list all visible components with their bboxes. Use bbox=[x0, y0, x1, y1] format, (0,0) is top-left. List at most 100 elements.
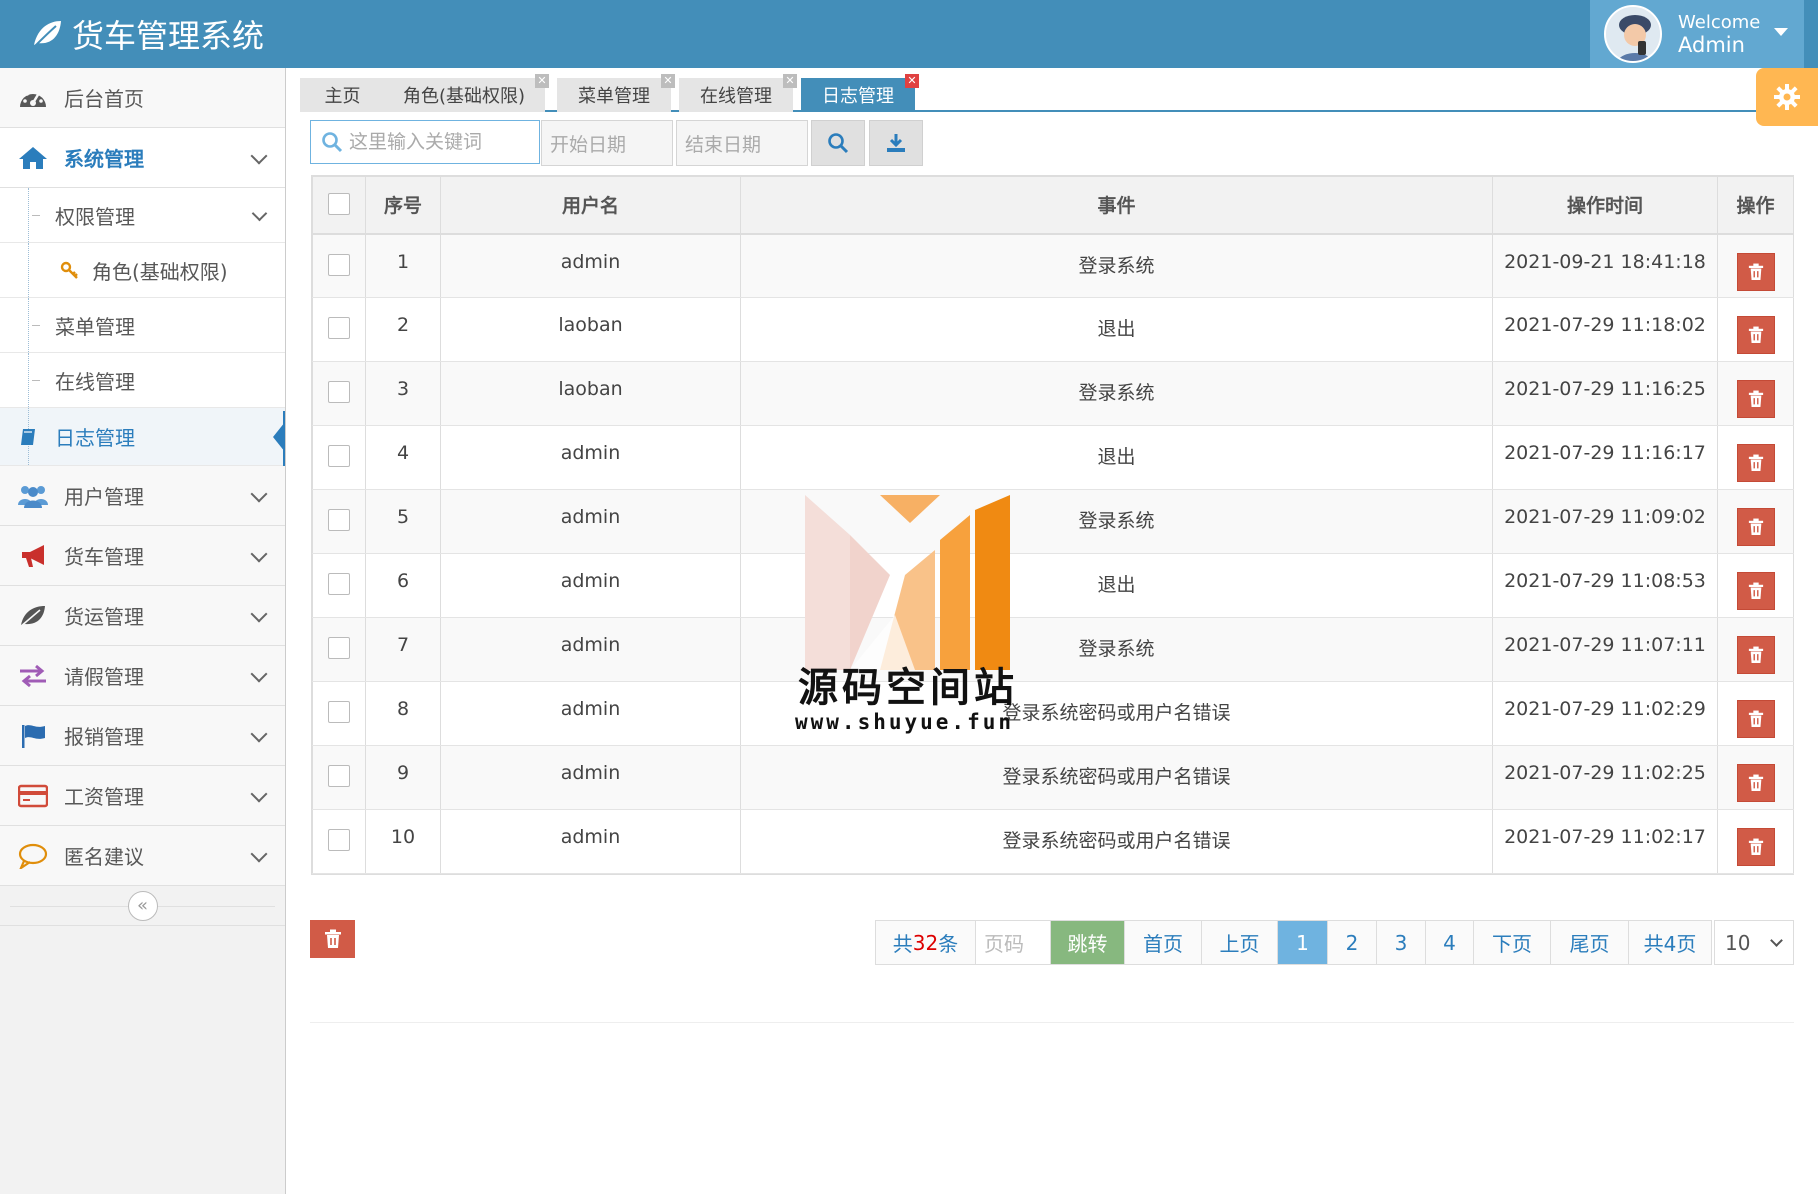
delete-row-button[interactable] bbox=[1736, 508, 1775, 546]
row-select-cell bbox=[312, 425, 366, 490]
column-header: 用户名 bbox=[440, 176, 741, 235]
bulk-delete-button[interactable] bbox=[310, 920, 355, 958]
row-action-cell bbox=[1717, 617, 1794, 682]
row-number: 4 bbox=[365, 425, 441, 490]
brand[interactable]: 货车管理系统 bbox=[30, 10, 264, 58]
sidebar-item-label: 报销管理 bbox=[64, 725, 144, 749]
tab-online[interactable]: 在线管理 ✕ bbox=[679, 74, 797, 112]
row-action-cell bbox=[1717, 681, 1794, 746]
next-page-button[interactable]: 下页 bbox=[1474, 921, 1551, 964]
sidebar-item-reimburse[interactable]: 报销管理 bbox=[0, 706, 285, 766]
row-select-cell bbox=[312, 361, 366, 426]
delete-row-button[interactable] bbox=[1736, 700, 1775, 738]
last-page-button[interactable]: 尾页 bbox=[1551, 921, 1629, 964]
delete-row-button[interactable] bbox=[1736, 380, 1775, 418]
page-button-1[interactable]: 1 bbox=[1278, 921, 1328, 964]
table-row: 3 laoban 登录系统 2021-07-29 11:16:25 bbox=[312, 361, 1794, 426]
tab-home[interactable]: 主页 bbox=[300, 78, 385, 112]
close-icon[interactable]: ✕ bbox=[661, 74, 675, 88]
page-size-select[interactable]: 10 bbox=[1714, 920, 1794, 965]
caret-down-icon bbox=[1774, 28, 1788, 36]
start-date-input[interactable]: 开始日期 bbox=[541, 120, 673, 166]
sidebar-item-salary[interactable]: 工资管理 bbox=[0, 766, 285, 826]
delete-row-button[interactable] bbox=[1736, 572, 1775, 610]
sidebar-item-suggestion[interactable]: 匿名建议 bbox=[0, 826, 285, 886]
page-button-3[interactable]: 3 bbox=[1377, 921, 1426, 964]
app-title: 货车管理系统 bbox=[72, 17, 265, 55]
row-checkbox[interactable] bbox=[328, 765, 350, 787]
sidebar-item-permission[interactable]: 权限管理 bbox=[0, 188, 285, 243]
collapse-sidebar-button[interactable]: « bbox=[127, 890, 158, 921]
row-checkbox[interactable] bbox=[328, 829, 350, 851]
tab-label: 主页 bbox=[324, 86, 361, 107]
sidebar-item-system[interactable]: 系统管理 bbox=[0, 128, 285, 188]
row-action-cell bbox=[1717, 361, 1794, 426]
tab-role[interactable]: 角色(基础权限) ✕ bbox=[383, 74, 549, 112]
row-select-cell bbox=[312, 617, 366, 682]
sidebar-item-log[interactable]: 日志管理 bbox=[0, 408, 285, 466]
delete-row-button[interactable] bbox=[1736, 636, 1775, 674]
first-page-button[interactable]: 首页 bbox=[1125, 921, 1202, 964]
sidebar-item-users[interactable]: 用户管理 bbox=[0, 466, 285, 526]
page-jump-button[interactable]: 跳转 bbox=[1051, 921, 1125, 964]
content-divider bbox=[310, 1022, 1794, 1023]
end-date-input[interactable]: 结束日期 bbox=[676, 120, 808, 166]
page-jump-input[interactable]: 页码 bbox=[976, 921, 1051, 964]
select-all-checkbox[interactable] bbox=[328, 192, 350, 215]
total-suffix: 条 bbox=[938, 932, 959, 956]
close-icon[interactable]: ✕ bbox=[783, 74, 797, 88]
sidebar-item-online[interactable]: 在线管理 bbox=[0, 353, 285, 408]
prev-page-button[interactable]: 上页 bbox=[1202, 921, 1278, 964]
close-icon[interactable]: ✕ bbox=[905, 74, 919, 88]
sidebar-item-trucks[interactable]: 货车管理 bbox=[0, 526, 285, 586]
row-checkbox[interactable] bbox=[328, 637, 350, 659]
row-select-cell bbox=[312, 553, 366, 618]
row-event: 登录系统 bbox=[740, 361, 1493, 426]
sidebar-item-role[interactable]: 角色(基础权限) bbox=[0, 243, 285, 298]
trash-icon bbox=[1748, 646, 1763, 663]
delete-row-button[interactable] bbox=[1736, 828, 1775, 866]
tab-log[interactable]: 日志管理 ✕ bbox=[801, 74, 919, 112]
log-table: 序号 用户名 事件 操作时间 操作 1 admin 登录系统 2021-09-21 1… bbox=[311, 175, 1794, 875]
row-number: 10 bbox=[365, 809, 441, 874]
search-button[interactable] bbox=[811, 120, 865, 166]
row-checkbox[interactable] bbox=[328, 381, 350, 403]
delete-row-button[interactable] bbox=[1736, 252, 1775, 291]
settings-button[interactable] bbox=[1756, 68, 1818, 126]
close-icon[interactable]: ✕ bbox=[535, 74, 549, 88]
sidebar-item-label: 后台首页 bbox=[64, 87, 144, 111]
row-checkbox[interactable] bbox=[328, 317, 350, 339]
row-checkbox[interactable] bbox=[328, 573, 350, 595]
user-menu[interactable]: Welcome Admin bbox=[1590, 0, 1804, 68]
row-checkbox[interactable] bbox=[328, 701, 350, 723]
trash-icon bbox=[1748, 582, 1763, 599]
row-time: 2021-07-29 11:08:53 bbox=[1492, 553, 1718, 618]
page-button-4[interactable]: 4 bbox=[1426, 921, 1474, 964]
sidebar-item-label: 匿名建议 bbox=[64, 845, 144, 869]
chevron-down-icon bbox=[250, 605, 268, 623]
page-button-2[interactable]: 2 bbox=[1328, 921, 1377, 964]
table-row: 9 admin 登录系统密码或用户名错误 2021-07-29 11:02:25 bbox=[312, 745, 1794, 810]
home-icon bbox=[16, 144, 50, 172]
delete-row-button[interactable] bbox=[1736, 316, 1775, 354]
row-checkbox[interactable] bbox=[328, 445, 350, 467]
exchange-icon bbox=[16, 662, 50, 690]
row-checkbox[interactable] bbox=[328, 253, 350, 276]
sidebar-item-dashboard[interactable]: 后台首页 bbox=[0, 68, 285, 128]
leaf-icon bbox=[33, 21, 61, 48]
delete-row-button[interactable] bbox=[1736, 764, 1775, 802]
sidebar-item-menu[interactable]: 菜单管理 bbox=[0, 298, 285, 353]
tab-menu[interactable]: 菜单管理 ✕ bbox=[557, 74, 675, 112]
row-action-cell bbox=[1717, 297, 1794, 362]
chevron-down-icon bbox=[1770, 934, 1783, 947]
table-row: 10 admin 登录系统密码或用户名错误 2021-07-29 11:02:17 bbox=[312, 809, 1794, 874]
export-button[interactable] bbox=[869, 120, 923, 166]
gear-icon bbox=[1774, 84, 1800, 110]
leaf-icon bbox=[16, 602, 50, 630]
delete-row-button[interactable] bbox=[1736, 444, 1775, 482]
sidebar-item-freight[interactable]: 货运管理 bbox=[0, 586, 285, 646]
row-checkbox[interactable] bbox=[328, 509, 350, 531]
row-time: 2021-07-29 11:02:17 bbox=[1492, 809, 1718, 874]
sidebar-item-leave[interactable]: 请假管理 bbox=[0, 646, 285, 706]
search-input[interactable] bbox=[349, 131, 529, 153]
